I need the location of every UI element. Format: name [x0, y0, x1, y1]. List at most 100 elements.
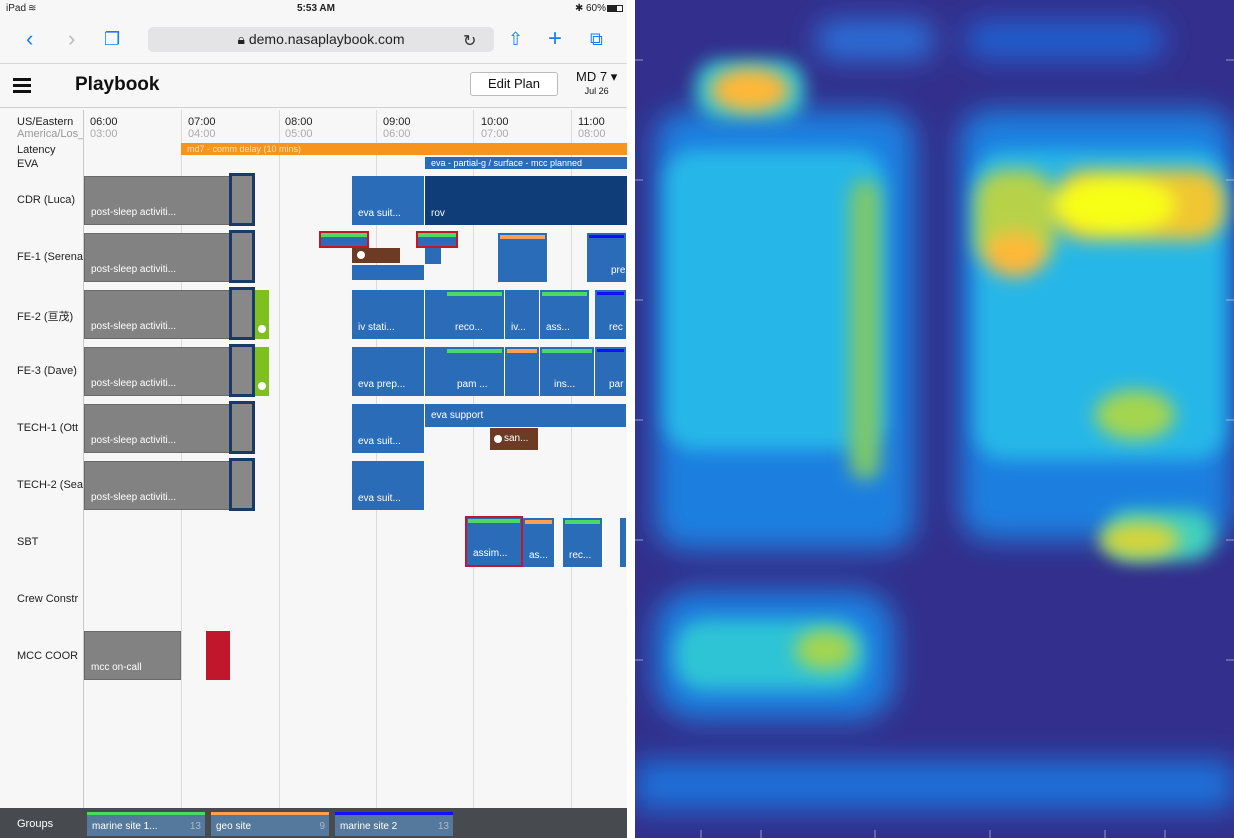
activity-block[interactable]: pam ...: [425, 347, 505, 396]
status-marker[interactable]: [255, 290, 269, 339]
activity-block[interactable]: eva support: [425, 404, 627, 427]
eva-bar[interactable]: eva - partial-g / surface - mcc planned: [425, 157, 627, 169]
bookmarks-icon[interactable]: ❐: [104, 26, 120, 52]
alert-block[interactable]: [206, 631, 230, 680]
task-block[interactable]: [352, 248, 400, 263]
share-icon[interactable]: ⇧: [508, 26, 523, 52]
new-tab-icon[interactable]: +: [548, 26, 562, 52]
row-label-cdr[interactable]: CDR (Luca): [17, 194, 83, 206]
groups-label: Groups: [17, 818, 54, 830]
activity-block[interactable]: post-sleep activiti...: [84, 233, 230, 282]
activity-block[interactable]: iv stati...: [352, 290, 425, 339]
back-icon[interactable]: ‹: [26, 26, 33, 52]
activity-block[interactable]: post-sleep activiti...: [84, 347, 230, 396]
activity-block-selected[interactable]: [229, 230, 255, 283]
dot-icon: [494, 435, 502, 443]
chevron-down-icon: ▾: [610, 69, 618, 84]
app-header: Playbook Edit Plan MD 7 ▾ Jul 26: [0, 64, 627, 108]
row-label-eva: EVA: [17, 158, 39, 170]
latency-bar[interactable]: md7 - comm delay (10 mins): [181, 143, 627, 155]
browser-toolbar: ‹ › ❐ 🔒︎ demo.nasaplaybook.com ↻ ⇧ + ⧉: [0, 18, 627, 64]
timezone-secondary: America/Los_A: [17, 128, 83, 140]
battery-percent: 60%: [586, 3, 607, 14]
activity-block[interactable]: pre: [587, 233, 627, 282]
activity-block[interactable]: reco...: [425, 290, 505, 339]
menu-icon[interactable]: [13, 78, 31, 93]
row-label-fe2[interactable]: FE-2 (亘茂): [17, 308, 83, 324]
forward-icon[interactable]: ›: [68, 26, 75, 52]
row-label-tech2[interactable]: TECH-2 (Sea: [17, 479, 83, 491]
activity-block[interactable]: as...: [523, 518, 555, 567]
address-bar[interactable]: 🔒︎ demo.nasaplaybook.com: [148, 27, 494, 52]
mission-date: Jul 26: [584, 86, 609, 96]
activity-block-selected[interactable]: [229, 173, 255, 226]
tabs-icon[interactable]: ⧉: [590, 26, 603, 52]
activity-block[interactable]: par: [595, 347, 627, 396]
activity-block-selected[interactable]: [229, 344, 255, 397]
time-col: 11:00 08:00: [578, 116, 606, 140]
activity-block[interactable]: eva prep...: [352, 347, 425, 396]
time-col: 10:00 07:00: [481, 116, 509, 140]
row-label-tech1[interactable]: TECH-1 (Ott: [17, 422, 83, 434]
reload-icon[interactable]: ↻: [463, 29, 476, 55]
activity-block[interactable]: post-sleep activiti...: [84, 176, 230, 225]
activity-block-selected[interactable]: [229, 287, 255, 340]
row-label-crew[interactable]: Crew Constr: [17, 593, 83, 605]
app-title: Playbook: [75, 74, 160, 95]
activity-block[interactable]: rec: [595, 290, 627, 339]
device-label: iPad: [6, 3, 27, 14]
task-block[interactable]: san...: [490, 428, 538, 450]
activity-block[interactable]: [352, 265, 425, 280]
row-label-fe3[interactable]: FE-3 (Dave): [17, 365, 83, 377]
activity-block[interactable]: ass...: [540, 290, 590, 339]
time-col: 08:00 05:00: [285, 116, 313, 140]
activity-block[interactable]: rov: [425, 176, 627, 225]
alert-block[interactable]: [319, 231, 369, 248]
timezone-primary: US/Eastern: [17, 116, 74, 128]
activity-block[interactable]: ins...: [540, 347, 595, 396]
lock-icon: 🔒︎: [237, 31, 249, 47]
heatmap-image: [635, 0, 1234, 838]
alert-block[interactable]: [416, 231, 458, 248]
playbook-screenshot: iPad ≋ 5:53 AM ✱ 60% ‹ › ❐ 🔒︎ demo.nasap…: [0, 0, 627, 838]
activity-block[interactable]: eva suit...: [352, 176, 425, 225]
status-marker[interactable]: [255, 347, 269, 396]
activity-block[interactable]: [425, 248, 442, 264]
group-chip[interactable]: marine site 2 13: [335, 812, 453, 836]
row-label-latency: Latency: [17, 144, 56, 156]
row-label-fe1[interactable]: FE-1 (Serena: [17, 251, 83, 263]
mission-day: MD 7: [576, 69, 608, 84]
mission-day-selector[interactable]: MD 7 ▾ Jul 26: [576, 69, 617, 96]
row-label-mcc[interactable]: MCC COOR: [17, 650, 83, 662]
activity-block[interactable]: post-sleep activiti...: [84, 404, 230, 453]
edit-plan-button[interactable]: Edit Plan: [470, 72, 558, 96]
bluetooth-icon: ✱: [575, 3, 584, 14]
activity-block[interactable]: mcc on-call: [84, 631, 181, 680]
activity-block-selected[interactable]: [229, 401, 255, 454]
dot-icon: [357, 251, 365, 259]
activity-block[interactable]: eva suit...: [352, 404, 425, 453]
activity-block-selected[interactable]: [229, 458, 255, 511]
row-label-sbt[interactable]: SBT: [17, 536, 83, 548]
battery-icon: [607, 5, 623, 12]
activity-block[interactable]: eva suit...: [352, 461, 425, 510]
wifi-icon: ≋: [28, 3, 37, 14]
group-chip[interactable]: geo site 9: [211, 812, 329, 836]
url-text: demo.nasaplaybook.com: [248, 31, 405, 47]
activity-block[interactable]: [498, 233, 548, 282]
activity-block[interactable]: post-sleep activiti...: [84, 461, 230, 510]
time-col: 07:00 04:00: [188, 116, 216, 140]
activity-block[interactable]: rec...: [563, 518, 603, 567]
activity-block[interactable]: post-sleep activiti...: [84, 290, 230, 339]
time-col: 06:00 03:00: [90, 116, 118, 140]
activity-block[interactable]: [620, 518, 627, 567]
time-col: 09:00 06:00: [383, 116, 411, 140]
activity-block[interactable]: [505, 347, 540, 396]
activity-block[interactable]: iv...: [505, 290, 540, 339]
alert-block[interactable]: assim...: [465, 516, 523, 567]
groups-bar: Groups marine site 1... 13 geo site 9 mari…: [0, 808, 627, 838]
status-bar: iPad ≋ 5:53 AM ✱ 60%: [0, 0, 627, 18]
attention-heatmap: [635, 0, 1234, 838]
clock: 5:53 AM: [297, 3, 335, 14]
group-chip[interactable]: marine site 1... 13: [87, 812, 205, 836]
